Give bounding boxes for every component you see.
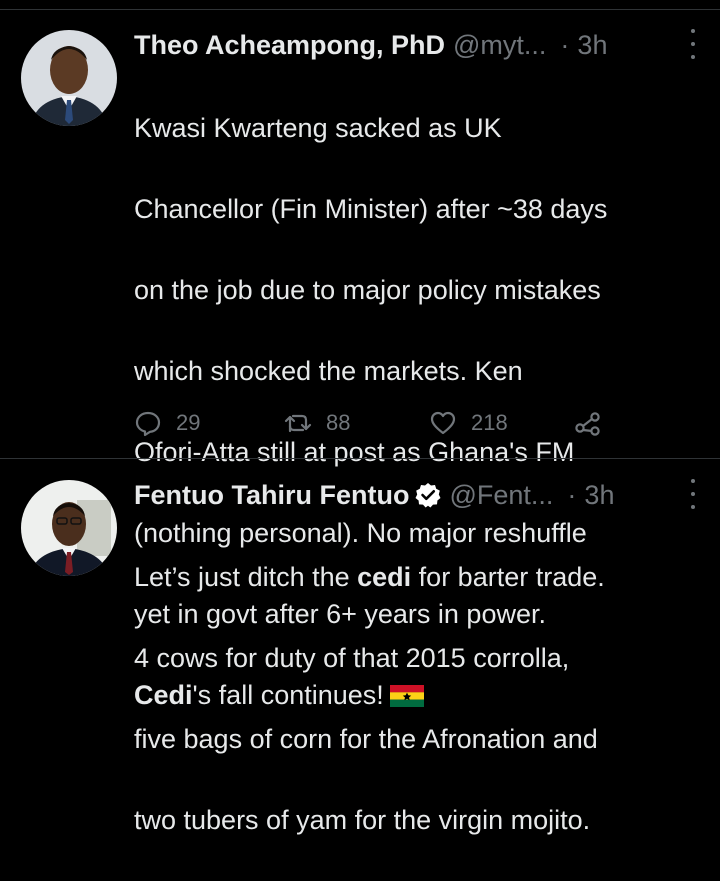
like-button[interactable]: 218 <box>429 405 508 441</box>
more-options-icon[interactable] <box>688 479 698 509</box>
retweet-count: 88 <box>326 410 351 435</box>
tweet-text-fragment: Let’s just ditch the <box>134 561 358 592</box>
author-name[interactable]: Fentuo Tahiru Fentuo <box>134 480 409 511</box>
tweet-text-line: Kwasi Kwarteng sacked as UK <box>134 112 502 143</box>
tweet-text: Let’s just ditch the cedi for barter tra… <box>134 516 704 881</box>
timestamp[interactable]: 3h <box>577 30 607 61</box>
like-count: 218 <box>471 410 508 435</box>
tweet-actions: 29 88 218 <box>134 405 614 441</box>
divider <box>0 9 720 10</box>
tweet-text-line: which shocked the markets. Ken <box>134 355 523 386</box>
author-name[interactable]: Theo Acheampong, PhD <box>134 30 445 61</box>
share-button[interactable] <box>574 405 602 441</box>
retweet-button[interactable]: 88 <box>284 405 350 441</box>
separator-dot: · <box>567 479 577 510</box>
author-handle[interactable]: @Fent... <box>449 480 553 511</box>
reply-button[interactable]: 29 <box>134 405 200 441</box>
reply-count: 29 <box>176 410 201 435</box>
share-icon <box>575 412 600 436</box>
reply-icon <box>135 411 161 437</box>
tweet-text-line: 4 cows for duty of that 2015 corrolla, <box>134 642 570 673</box>
timeline-feed: Theo Acheampong, PhD @myt... · 3h Kwasi … <box>0 0 720 835</box>
retweet-icon <box>284 414 312 433</box>
more-options-icon[interactable] <box>688 29 698 59</box>
tweet-text-line: Let’s just ditch the cedi for barter tra… <box>134 557 704 598</box>
tweet-text-line: on the job due to major policy mistakes <box>134 274 601 305</box>
tweet-text-fragment: for barter trade. <box>411 561 605 592</box>
avatar[interactable] <box>21 30 117 126</box>
author-handle[interactable]: @myt... <box>453 30 546 61</box>
tweet-text-line: two tubers of yam for the virgin mojito. <box>134 804 591 835</box>
verified-badge-icon <box>415 483 441 508</box>
avatar[interactable] <box>21 480 117 576</box>
separator-dot: · <box>560 29 570 60</box>
heart-icon <box>430 411 456 435</box>
tweet-header: Fentuo Tahiru Fentuo @Fent... · 3h <box>134 475 698 515</box>
bold-word: cedi <box>357 561 412 592</box>
timestamp[interactable]: 3h <box>584 480 614 511</box>
tweet-text-line: Chancellor (Fin Minister) after ~38 days <box>134 193 608 224</box>
tweet-text-line: five bags of corn for the Afronation and <box>134 723 598 754</box>
divider <box>0 458 720 459</box>
tweet-header: Theo Acheampong, PhD @myt... · 3h <box>134 25 698 65</box>
